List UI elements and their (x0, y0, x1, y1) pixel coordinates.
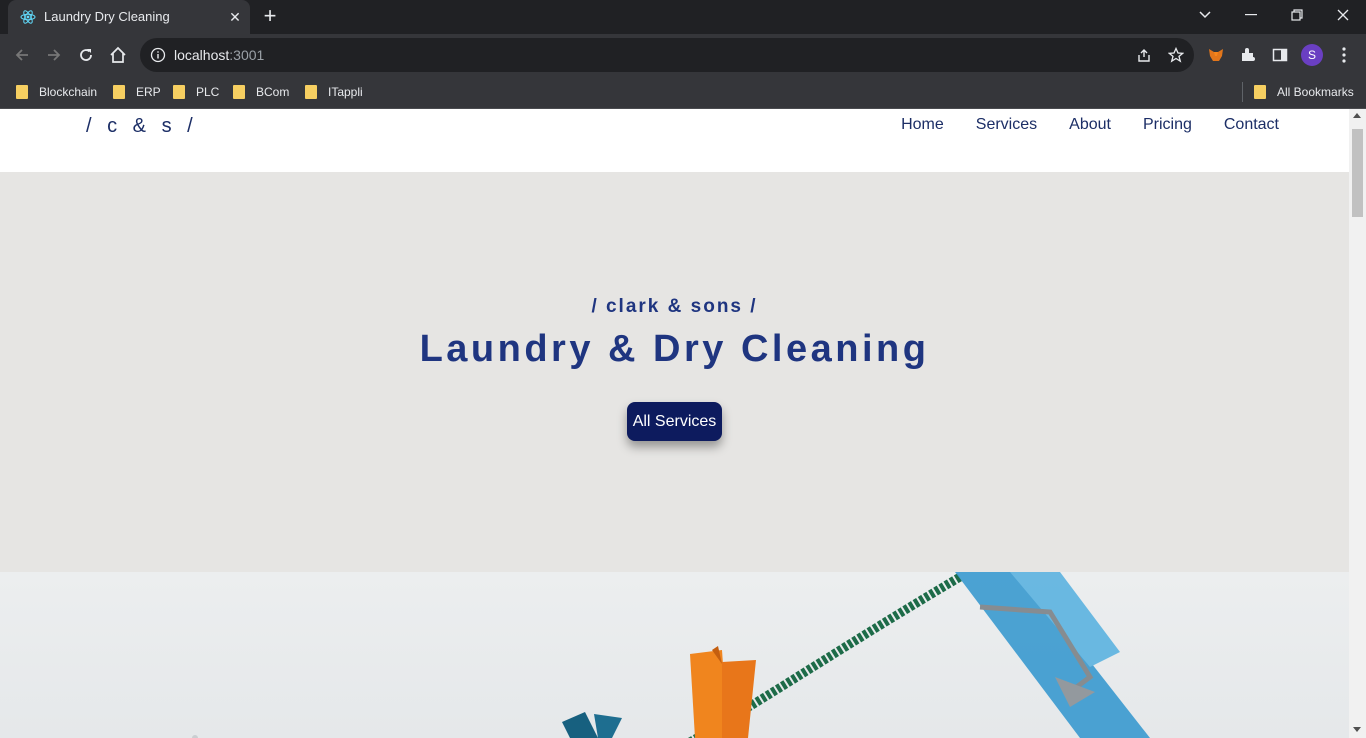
scroll-down-icon[interactable] (1353, 727, 1361, 732)
bookmark-bcom[interactable]: BCom (233, 82, 289, 102)
folder-icon (305, 85, 317, 99)
close-window-button[interactable] (1320, 0, 1366, 30)
address-bar[interactable]: localhost:3001 (140, 38, 1194, 72)
all-bookmarks[interactable]: All Bookmarks (1254, 82, 1354, 102)
bookmark-erp[interactable]: ERP (113, 82, 161, 102)
new-tab-button[interactable]: + (258, 5, 282, 29)
side-panel-icon[interactable] (1270, 45, 1290, 65)
hero-title: Laundry & Dry Cleaning (419, 328, 930, 370)
minimize-button[interactable] (1228, 0, 1274, 30)
bookmark-blockchain[interactable]: Blockchain (16, 82, 97, 102)
share-icon[interactable] (1135, 46, 1153, 64)
folder-icon (173, 85, 185, 99)
site-logo[interactable]: / c & s / (86, 115, 198, 138)
reload-icon[interactable] (72, 41, 100, 69)
site-header: / c & s / Home Services About Pricing Co… (0, 109, 1349, 172)
url-text: localhost:3001 (174, 47, 265, 63)
forward-icon[interactable] (40, 41, 68, 69)
profile-avatar[interactable]: S (1301, 44, 1323, 66)
metamask-icon[interactable] (1206, 45, 1226, 65)
bookmark-plc[interactable]: PLC (173, 82, 219, 102)
site-info-icon[interactable] (150, 47, 166, 63)
nav-contact[interactable]: Contact (1224, 116, 1279, 134)
restore-button[interactable] (1274, 0, 1320, 30)
main-nav: Home Services About Pricing Contact (869, 116, 1279, 134)
tab-title: Laundry Dry Cleaning (44, 9, 170, 24)
nav-services[interactable]: Services (976, 116, 1037, 134)
tab-strip: Laundry Dry Cleaning ✕ + (0, 0, 1366, 34)
folder-icon (16, 85, 28, 99)
tab-search-icon[interactable] (1182, 0, 1228, 30)
bookmarks-bar: Blockchain ERP PLC BCom ITappli All Book… (0, 76, 1366, 109)
extensions-icon[interactable] (1238, 45, 1258, 65)
scroll-up-icon[interactable] (1353, 113, 1361, 118)
page-scrollbar[interactable] (1349, 109, 1366, 738)
scroll-thumb[interactable] (1352, 129, 1363, 217)
web-page: / c & s / Home Services About Pricing Co… (0, 109, 1349, 738)
hero-section: / clark & sons / Laundry & Dry Cleaning … (0, 172, 1349, 572)
folder-icon (233, 85, 245, 99)
menu-kebab-icon[interactable] (1334, 45, 1354, 65)
back-icon[interactable] (8, 41, 36, 69)
browser-tab[interactable]: Laundry Dry Cleaning ✕ (8, 0, 250, 34)
browser-toolbar: localhost:3001 S (0, 34, 1366, 76)
all-services-button[interactable]: All Services (627, 402, 722, 441)
bookmarks-separator (1242, 82, 1243, 102)
bookmark-itappli[interactable]: ITappli (305, 82, 363, 102)
hero-subtitle: / clark & sons / (591, 296, 758, 317)
nav-about[interactable]: About (1069, 116, 1111, 134)
clothespin-photo (0, 572, 1349, 738)
folder-icon (113, 85, 125, 99)
nav-home[interactable]: Home (901, 116, 944, 134)
close-tab-icon[interactable]: ✕ (226, 8, 244, 26)
nav-pricing[interactable]: Pricing (1143, 116, 1192, 134)
bookmark-star-icon[interactable] (1167, 46, 1185, 64)
react-icon (20, 9, 36, 25)
home-icon[interactable] (104, 41, 132, 69)
folder-icon (1254, 85, 1266, 99)
